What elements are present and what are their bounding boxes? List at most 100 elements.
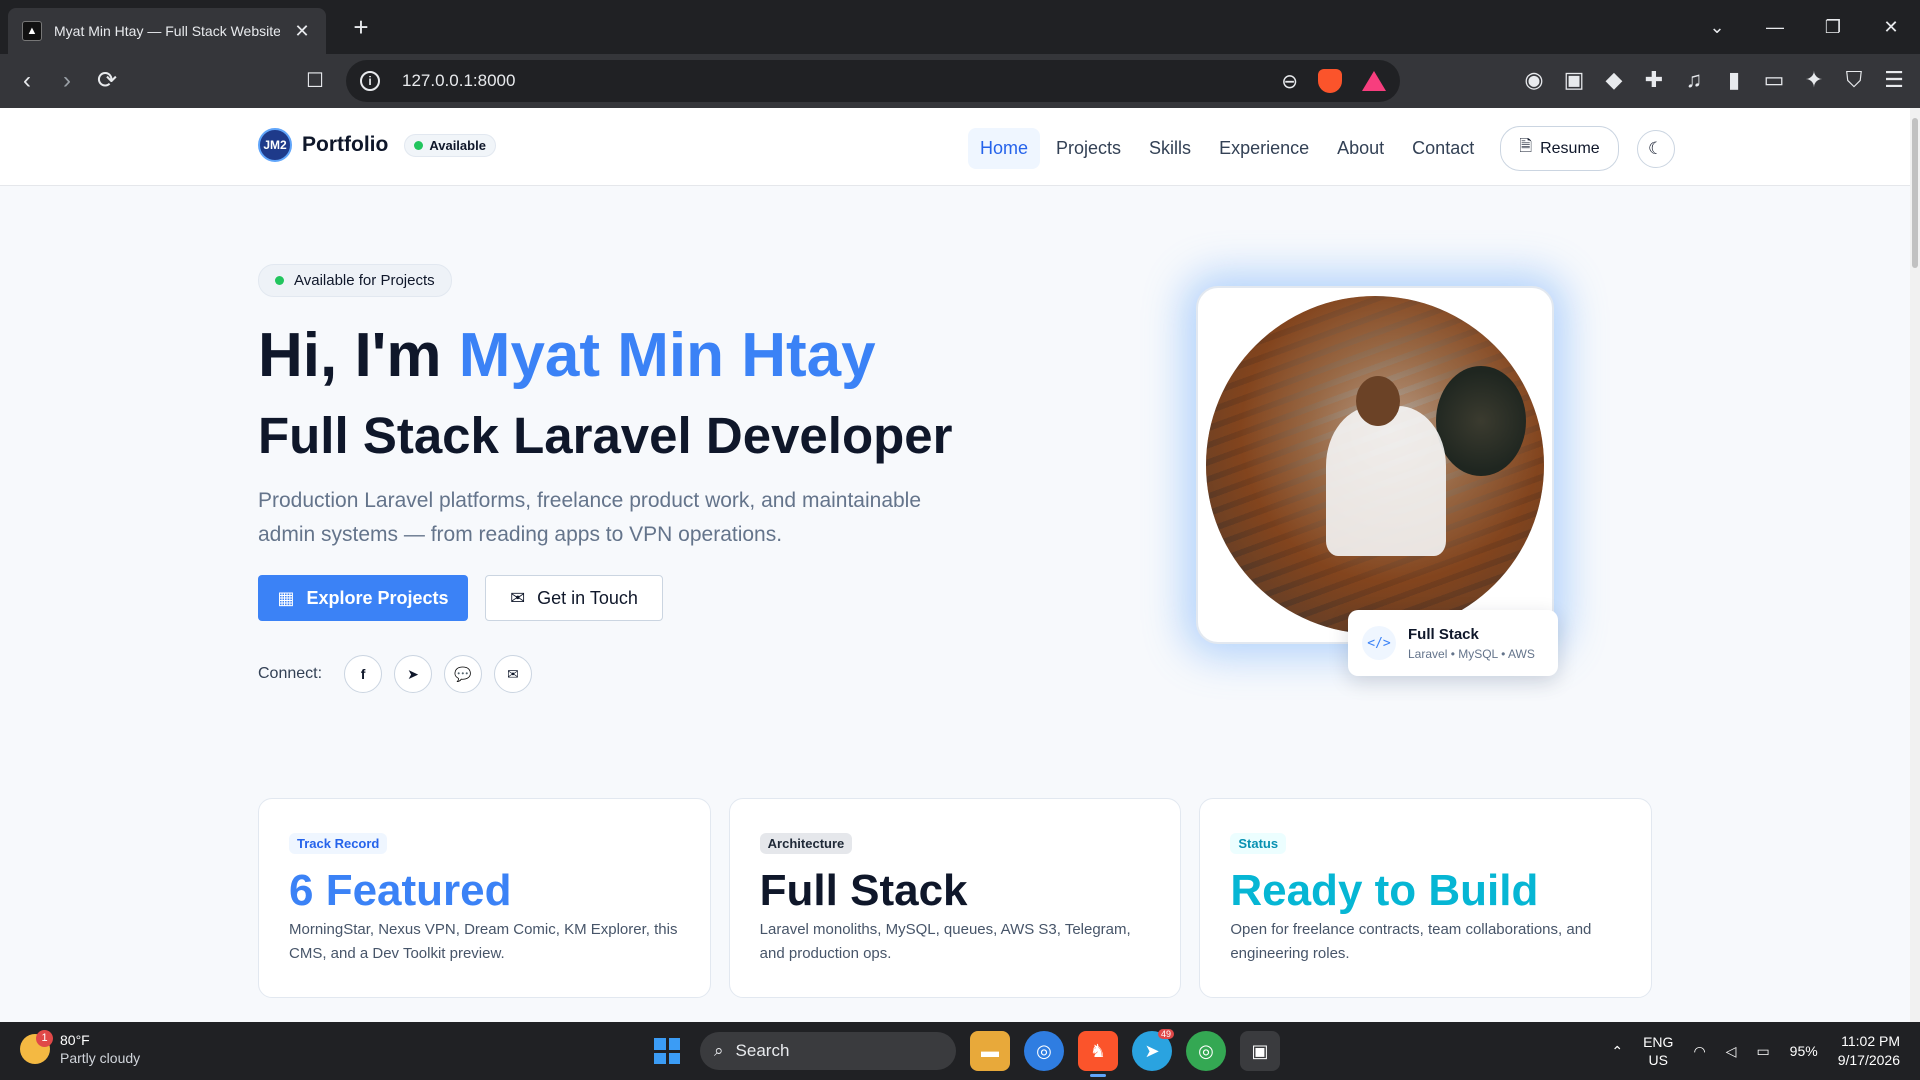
chrome-icon[interactable]: ◎ bbox=[1024, 1031, 1064, 1071]
status-dot-icon bbox=[275, 276, 284, 285]
telegram-app-icon[interactable]: ➤ 49 bbox=[1132, 1029, 1174, 1071]
zoom-icon[interactable]: ⊖ bbox=[1281, 69, 1298, 94]
close-window-button[interactable]: ✕ bbox=[1862, 0, 1920, 54]
hero-description: Production Laravel platforms, freelance … bbox=[258, 489, 922, 546]
file-explorer-icon[interactable]: ▬ bbox=[970, 1031, 1010, 1071]
mail-icon[interactable]: ✉ bbox=[494, 655, 533, 693]
address-bar[interactable]: i 127.0.0.1:8000 ⊖ bbox=[346, 60, 1400, 102]
hero-badge-label: Available for Projects bbox=[294, 272, 435, 289]
chevron-up-icon[interactable]: ⌃ bbox=[1611, 1043, 1623, 1060]
card-tag: Status bbox=[1230, 833, 1287, 854]
facebook-icon[interactable]: f bbox=[344, 655, 383, 693]
extension-1-icon[interactable]: ◉ bbox=[1522, 66, 1546, 94]
grid-icon: ▦ bbox=[277, 587, 295, 608]
card-description: MorningStar, Nexus VPN, Dream Comic, KM … bbox=[289, 921, 678, 962]
extension-icons: ◉ ▣ ◆ ✚ ♫ ▮ ▭ ✦ ⛉ ☰ bbox=[1522, 66, 1906, 94]
browser-tab[interactable]: ▲ Myat Min Htay — Full Stack Website De … bbox=[8, 8, 326, 54]
hero-role: Full Stack Laravel Developer bbox=[258, 407, 953, 464]
extensions-puzzle-icon[interactable]: ✚ bbox=[1642, 66, 1666, 94]
weather-badge: 1 bbox=[36, 1030, 53, 1047]
explore-projects-label: Explore Projects bbox=[306, 587, 449, 608]
media-icon[interactable]: ♫ bbox=[1682, 66, 1706, 94]
get-in-touch-button[interactable]: ✉ Get in Touch bbox=[485, 575, 663, 621]
telegram-badge: 49 bbox=[1157, 1029, 1174, 1039]
vpn-shield-icon[interactable]: ⛉ bbox=[1842, 66, 1866, 94]
explore-projects-button[interactable]: ▦ Explore Projects bbox=[258, 575, 468, 621]
brave-shields-icon[interactable] bbox=[1318, 69, 1342, 93]
language-indicator[interactable]: ENG US bbox=[1643, 1033, 1673, 1069]
page-scrollbar[interactable] bbox=[1910, 108, 1920, 1022]
hero-name: Myat Min Htay bbox=[458, 321, 876, 390]
taskbar-search[interactable]: ⌕ Search bbox=[700, 1032, 956, 1070]
url-text[interactable]: 127.0.0.1:8000 bbox=[402, 71, 1281, 91]
site-info-icon[interactable]: i bbox=[360, 71, 380, 91]
wifi-icon[interactable]: ◠ bbox=[1693, 1043, 1705, 1060]
tab-search-button[interactable]: ⌄ bbox=[1688, 0, 1746, 54]
resume-button[interactable]: 🗎 Resume bbox=[1500, 126, 1619, 171]
resume-label: Resume bbox=[1540, 139, 1600, 157]
status-card: Status Ready to Build Open for freelance… bbox=[1199, 798, 1653, 998]
nav-about[interactable]: About bbox=[1325, 128, 1396, 169]
hero-title: Hi, I'm Myat Min Htay bbox=[258, 320, 876, 391]
nav-contact[interactable]: Contact bbox=[1400, 128, 1486, 169]
window-controls: ⌄ — ❐ ✕ bbox=[1688, 0, 1920, 54]
code-icon: </> bbox=[1362, 626, 1396, 660]
card-description: Laravel monoliths, MySQL, queues, AWS S3… bbox=[759, 921, 1131, 962]
page-viewport: JM2 Portfolio Available Home Projects Sk… bbox=[0, 108, 1910, 1022]
app-cube-icon[interactable]: ▣ bbox=[1240, 1031, 1280, 1071]
weather-widget[interactable]: 1 80°F Partly cloudy bbox=[20, 1030, 140, 1066]
brand-logo-icon: JM2 bbox=[258, 128, 292, 162]
card-tag: Track Record bbox=[289, 833, 388, 854]
minimize-button[interactable]: — bbox=[1746, 0, 1804, 54]
card-description: Open for freelance contracts, team colla… bbox=[1230, 921, 1592, 962]
leo-ai-icon[interactable]: ✦ bbox=[1802, 66, 1826, 94]
new-tab-button[interactable]: + bbox=[346, 12, 376, 42]
wallet-icon[interactable]: ▭ bbox=[1762, 66, 1786, 94]
envelope-icon: ✉ bbox=[510, 587, 526, 608]
bookmark-icon[interactable]: ☐ bbox=[300, 66, 330, 96]
status-dot-icon bbox=[414, 140, 424, 150]
highlight-cards: Track Record 6 Featured MorningStar, Nex… bbox=[258, 798, 1653, 998]
back-icon[interactable]: ‹ bbox=[12, 66, 42, 96]
nav-home[interactable]: Home bbox=[968, 128, 1041, 169]
close-tab-icon[interactable]: ✕ bbox=[292, 21, 312, 42]
volume-icon[interactable]: ◁ bbox=[1726, 1043, 1737, 1060]
windows-start-icon[interactable] bbox=[648, 1032, 686, 1070]
messenger-icon[interactable]: 💬 bbox=[444, 655, 483, 693]
extension-2-icon[interactable]: ▣ bbox=[1562, 66, 1586, 94]
forward-icon[interactable]: › bbox=[52, 66, 82, 96]
card-headline: 6 Featured bbox=[289, 866, 512, 915]
browser-tab-bar: ▲ Myat Min Htay — Full Stack Website De … bbox=[0, 0, 1920, 54]
track-record-card: Track Record 6 Featured MorningStar, Nex… bbox=[258, 798, 711, 998]
sidebar-icon[interactable]: ▮ bbox=[1722, 66, 1746, 94]
card-headline: Ready to Build bbox=[1230, 866, 1539, 915]
weather-temperature: 80°F bbox=[60, 1032, 90, 1048]
menu-icon[interactable]: ☰ bbox=[1882, 66, 1906, 94]
system-tray: ⌃ ENG US ◠ ◁ ▭ 95% 11:02 PM 9/17/2026 bbox=[1611, 1032, 1900, 1070]
main-nav: Home Projects Skills Experience About Co… bbox=[968, 126, 1675, 171]
nav-experience[interactable]: Experience bbox=[1207, 128, 1321, 169]
document-icon: 🗎 bbox=[1519, 138, 1533, 155]
clock[interactable]: 11:02 PM 9/17/2026 bbox=[1838, 1032, 1900, 1070]
availability-pill: Available bbox=[404, 133, 496, 157]
restore-button[interactable]: ❐ bbox=[1804, 0, 1862, 54]
brand[interactable]: JM2 Portfolio Available bbox=[258, 128, 496, 162]
battery-percent: 95% bbox=[1789, 1043, 1818, 1059]
scroll-thumb[interactable] bbox=[1912, 118, 1918, 268]
search-label: Search bbox=[735, 1041, 790, 1060]
architecture-card: Architecture Full Stack Laravel monolith… bbox=[728, 798, 1182, 998]
connect-label: Connect: bbox=[258, 665, 323, 682]
battery-icon[interactable]: ▭ bbox=[1756, 1043, 1769, 1060]
reload-icon[interactable]: ⟳ bbox=[92, 66, 122, 96]
brave-browser-icon[interactable]: ♞ bbox=[1078, 1031, 1118, 1077]
tab-favicon-icon: ▲ bbox=[22, 21, 42, 41]
nav-skills[interactable]: Skills bbox=[1137, 128, 1203, 169]
moon-icon: ☾ bbox=[1648, 138, 1664, 158]
telegram-icon[interactable]: ➤ bbox=[394, 655, 433, 693]
brave-rewards-icon[interactable] bbox=[1362, 71, 1386, 91]
theme-toggle-button[interactable]: ☾ bbox=[1636, 129, 1675, 168]
chrome-profile-icon[interactable]: ◎ bbox=[1186, 1031, 1226, 1071]
extension-3-icon[interactable]: ◆ bbox=[1602, 66, 1626, 94]
nav-projects[interactable]: Projects bbox=[1044, 128, 1133, 169]
tab-title: Myat Min Htay — Full Stack Website De bbox=[54, 23, 280, 39]
